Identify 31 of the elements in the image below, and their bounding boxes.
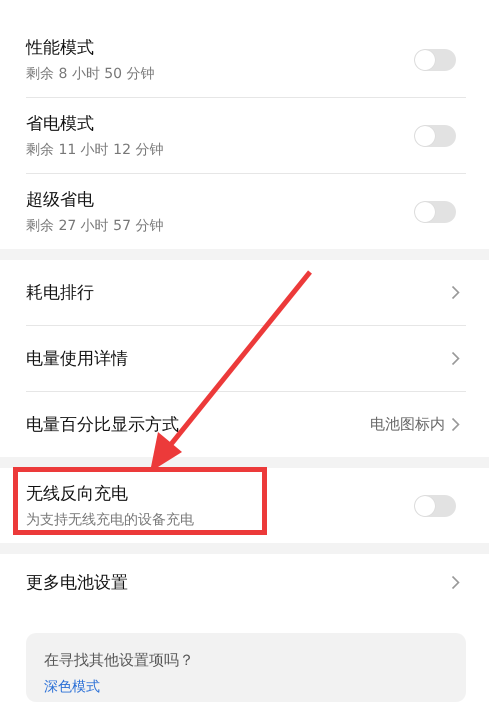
settings-row[interactable]: 超级省电 剩余 27 小时 57 分钟: [0, 174, 489, 249]
setting-title: 超级省电: [26, 189, 95, 211]
toggle-switch[interactable]: [414, 48, 456, 70]
toggle-switch[interactable]: [414, 200, 456, 222]
suggestion-link[interactable]: 深色模式: [44, 678, 100, 696]
settings-row[interactable]: 耗电排行: [0, 260, 489, 325]
settings-row[interactable]: 电量百分比显示方式 电池图标内: [0, 392, 489, 457]
setting-description: 剩余 27 小时 57 分钟: [26, 217, 164, 235]
setting-title: 性能模式: [26, 37, 95, 59]
setting-description: 为支持无线充电的设备充电: [26, 511, 195, 529]
chevron-right-icon: [451, 574, 460, 590]
setting-title: 电量使用详情: [26, 348, 129, 370]
chevron-right-icon: [451, 351, 460, 366]
settings-row[interactable]: 省电模式 剩余 11 小时 12 分钟: [0, 98, 489, 173]
setting-description: 剩余 8 小时 50 分钟: [26, 65, 156, 83]
settings-row[interactable]: 性能模式 剩余 8 小时 50 分钟: [0, 22, 489, 97]
setting-description: 剩余 11 小时 12 分钟: [26, 141, 164, 159]
chevron-right-icon: [451, 285, 460, 300]
setting-title: 耗电排行: [26, 282, 95, 304]
toggle-switch[interactable]: [414, 494, 456, 516]
suggestion-question: 在寻找其他设置项吗？: [44, 651, 195, 670]
setting-title: 电量百分比显示方式: [26, 414, 180, 436]
setting-title: 更多电池设置: [26, 572, 129, 594]
settings-row[interactable]: 更多电池设置: [0, 554, 489, 610]
chevron-right-icon: [451, 417, 460, 432]
settings-row[interactable]: 电量使用详情: [0, 326, 489, 391]
setting-value: 电池图标内: [370, 415, 445, 434]
setting-title: 省电模式: [26, 113, 95, 135]
settings-row[interactable]: 无线反向充电 为支持无线充电的设备充电: [0, 468, 489, 543]
setting-title: 无线反向充电: [26, 483, 129, 505]
toggle-switch[interactable]: [414, 124, 456, 146]
